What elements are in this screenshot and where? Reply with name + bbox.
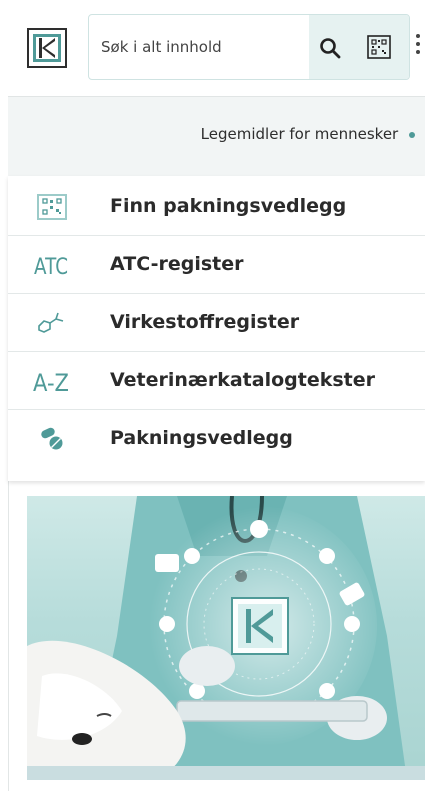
menu-item-label: ATC-register bbox=[110, 253, 244, 275]
atc-icon: ATC bbox=[32, 250, 72, 280]
barcode-scan-icon[interactable] bbox=[367, 35, 391, 59]
quick-links-menu: Finn pakningsvedlegg ATC ATC-register Vi… bbox=[8, 178, 425, 468]
menu-item-pakningsvedlegg[interactable]: Pakningsvedlegg bbox=[8, 410, 425, 468]
menu-item-label: Finn pakningsvedlegg bbox=[110, 195, 347, 217]
menu-item-veterinaerkatalogtekster[interactable]: A-Z Veterinærkatalogtekster bbox=[8, 352, 425, 410]
a-z-icon: A-Z bbox=[32, 366, 72, 396]
search-box bbox=[88, 14, 410, 80]
felleskatalogen-logo-icon bbox=[27, 28, 67, 68]
audience-selector-label: Legemidler for mennesker bbox=[5, 125, 425, 143]
svg-text:A-Z: A-Z bbox=[33, 369, 69, 395]
menu-item-atc-register[interactable]: ATC ATC-register bbox=[8, 236, 425, 294]
menu-item-virkestoffregister[interactable]: Virkestoffregister bbox=[8, 294, 425, 352]
molecule-icon bbox=[32, 308, 72, 338]
barcode-scan-icon bbox=[32, 192, 72, 222]
header bbox=[8, 0, 425, 96]
menu-item-finn-pakningsvedlegg[interactable]: Finn pakningsvedlegg bbox=[8, 178, 425, 236]
logo[interactable] bbox=[27, 28, 67, 68]
veterinarian-dog-illustration bbox=[27, 496, 425, 780]
search-icon[interactable] bbox=[319, 37, 341, 59]
menu-item-label: Veterinærkatalogtekster bbox=[110, 369, 375, 391]
svg-text:ATC: ATC bbox=[34, 255, 68, 278]
menu-item-label: Virkestoffregister bbox=[110, 311, 300, 333]
audience-selector[interactable]: Legemidler for mennesker bbox=[8, 96, 425, 178]
hero-image bbox=[27, 496, 425, 780]
quick-links-panel: Finn pakningsvedlegg ATC ATC-register Vi… bbox=[8, 176, 425, 481]
vertical-dots-icon[interactable] bbox=[415, 30, 421, 60]
dropdown-arrow-icon bbox=[409, 131, 415, 138]
search-button-area bbox=[309, 15, 409, 79]
pills-icon bbox=[32, 424, 72, 454]
menu-item-label: Pakningsvedlegg bbox=[110, 427, 293, 449]
search-input[interactable] bbox=[99, 33, 303, 61]
